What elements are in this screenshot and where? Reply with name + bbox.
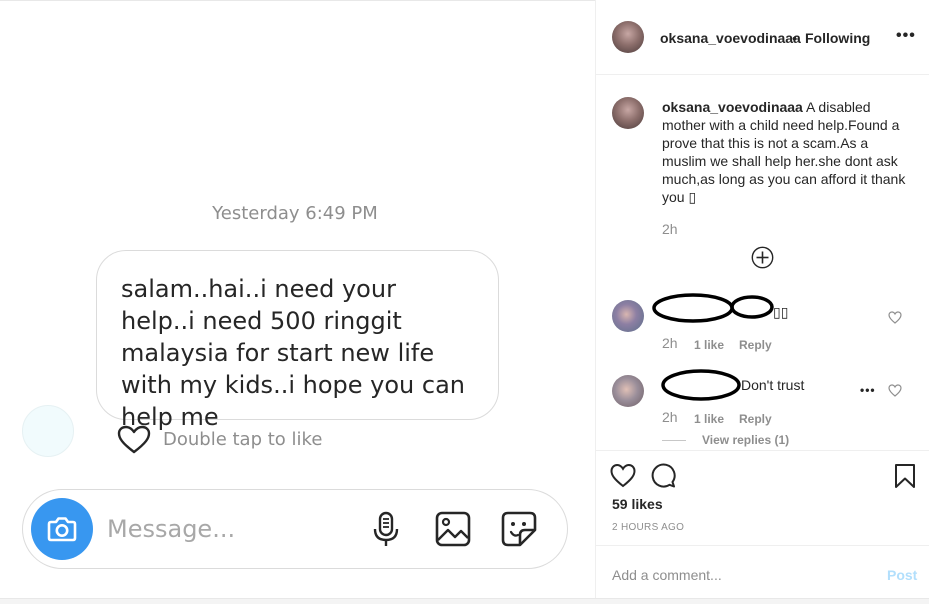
reply-button[interactable]: Reply (739, 412, 772, 426)
message-composer: Message... (22, 489, 568, 569)
comment-time: 2h (662, 409, 678, 425)
message-bubble: salam..hai..i need your help..i need 500… (96, 250, 499, 431)
separator-dot: • (792, 30, 797, 46)
camera-icon (47, 517, 77, 542)
comment-icon[interactable] (650, 463, 676, 489)
caption-username[interactable]: oksana_voevodinaaa (662, 99, 803, 115)
comment-avatar[interactable] (612, 375, 644, 407)
post-sidebar: oksana_voevodinaaa • Following ••• oksan… (595, 0, 929, 604)
like-icon[interactable] (610, 463, 636, 489)
sender-avatar (22, 405, 74, 457)
window-bottom-edge (0, 598, 929, 604)
caption-time: 2h (662, 221, 678, 237)
author-username[interactable]: oksana_voevodinaaa (660, 30, 801, 46)
author-avatar[interactable] (612, 21, 644, 53)
caption-avatar[interactable] (612, 97, 644, 129)
bookmark-icon[interactable] (892, 463, 918, 489)
following-button[interactable]: Following (805, 30, 870, 46)
redaction-mark (652, 293, 774, 323)
message-input: Message... (107, 515, 236, 543)
message-text: salam..hai..i need your help..i need 500… (121, 275, 465, 431)
add-comment-input[interactable]: Add a comment... (612, 567, 722, 583)
likes-count[interactable]: 59 likes (612, 496, 663, 512)
view-replies-line (662, 440, 686, 441)
post-time[interactable]: 2 HOURS AGO (612, 522, 684, 533)
double-tap-hint: Double tap to like (163, 429, 323, 450)
heart-icon (117, 425, 151, 454)
comment-likes[interactable]: 1 like (694, 412, 724, 426)
microphone-icon (373, 511, 399, 546)
camera-button (31, 498, 93, 560)
more-options-button[interactable]: ••• (896, 27, 916, 45)
gallery-icon (435, 511, 471, 547)
comment-avatar[interactable] (612, 300, 644, 332)
add-comment-bar: Add a comment... Post (596, 545, 929, 602)
comment-like-icon[interactable] (888, 311, 902, 324)
comment-text: ▯▯ (773, 304, 789, 320)
redaction-mark (661, 369, 741, 401)
message-timestamp: Yesterday 6:49 PM (212, 203, 378, 224)
comment-like-icon[interactable] (888, 384, 902, 397)
reply-button[interactable]: Reply (739, 338, 772, 352)
post-header: oksana_voevodinaaa • Following ••• (596, 0, 929, 75)
comment-likes[interactable]: 1 like (694, 338, 724, 352)
post-image: Yesterday 6:49 PM salam..hai..i need you… (0, 0, 595, 604)
post-caption: oksana_voevodinaaa A disabled mother wit… (662, 98, 912, 206)
comment-text: Don't trust (741, 377, 805, 393)
load-more-comments-icon[interactable] (751, 246, 774, 269)
sticker-icon (501, 511, 537, 547)
view-replies-button[interactable]: View replies (1) (702, 433, 789, 447)
post-comment-button[interactable]: Post (887, 567, 917, 583)
comment-options-button[interactable]: ••• (860, 383, 876, 397)
comment-time: 2h (662, 335, 678, 351)
